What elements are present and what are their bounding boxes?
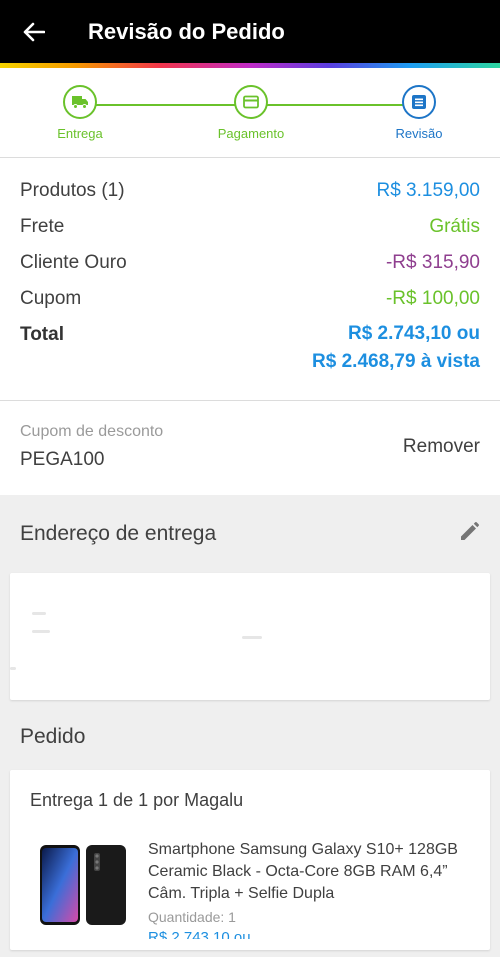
shipping-value: Grátis xyxy=(429,216,480,237)
step-label: Pagamento xyxy=(217,126,285,141)
coupon-label: Cupom xyxy=(20,288,82,309)
products-value: R$ 3.159,00 xyxy=(376,180,480,201)
address-title: Endereço de entrega xyxy=(20,522,217,545)
address-header: Endereço de entrega xyxy=(10,495,490,573)
gold-label: Cliente Ouro xyxy=(20,252,127,273)
step-label: Revisão xyxy=(395,126,443,141)
coupon-field-label: Cupom de desconto xyxy=(20,423,164,440)
step-label: Entrega xyxy=(57,126,103,141)
list-icon xyxy=(402,85,436,119)
delivery-info: Entrega 1 de 1 por Magalu xyxy=(30,790,244,810)
total-label: Total xyxy=(20,324,64,345)
order-header: Pedido xyxy=(10,700,490,770)
truck-icon xyxy=(63,85,97,119)
arrow-left-icon[interactable] xyxy=(20,18,48,46)
checkout-stepper: Entrega Pagamento Revisão xyxy=(0,68,500,158)
step-revisao[interactable]: Revisão xyxy=(364,85,474,141)
redacted-text xyxy=(10,667,16,670)
summary-row-coupon: Cupom -R$ 100,00 xyxy=(20,288,480,324)
order-summary: Produtos (1) R$ 3.159,00 Frete Grátis Cl… xyxy=(0,158,500,401)
remove-coupon-button[interactable]: Remover xyxy=(403,436,480,458)
order-title: Pedido xyxy=(20,725,86,748)
details-area: Endereço de entrega Pedido Entrega 1 de … xyxy=(0,495,500,957)
gold-value: -R$ 315,90 xyxy=(385,252,480,273)
product-price: R$ 2.743,10 ou xyxy=(148,929,251,939)
order-card: Entrega 1 de 1 por Magalu Smartphone Sam… xyxy=(10,770,490,950)
redacted-text xyxy=(242,636,262,639)
product-name: Smartphone Samsung Galaxy S10+ 128GB Cer… xyxy=(148,841,458,902)
summary-row-gold: Cliente Ouro -R$ 315,90 xyxy=(20,252,480,288)
products-label: Produtos (1) xyxy=(20,180,125,201)
coupon-section: Cupom de desconto PEGA100 Remover xyxy=(0,401,500,495)
top-bar: Revisão do Pedido xyxy=(0,0,500,63)
summary-row-total: Total R$ 2.743,10 ou R$ 2.468,79 à vista xyxy=(20,323,480,380)
app-screen: Revisão do Pedido Entrega Pagamento Revi… xyxy=(0,0,500,957)
product-image xyxy=(30,839,130,929)
card-icon xyxy=(234,85,268,119)
address-card[interactable] xyxy=(10,573,490,700)
redacted-text xyxy=(32,612,46,615)
total-value-group: R$ 2.743,10 ou R$ 2.468,79 à vista xyxy=(312,320,480,376)
product-quantity: Quantidade: 1 xyxy=(148,909,236,925)
pencil-icon[interactable] xyxy=(458,521,480,548)
shipping-label: Frete xyxy=(20,216,65,237)
product-details: Smartphone Samsung Galaxy S10+ 128GB Cer… xyxy=(148,839,470,939)
total-cash-value: R$ 2.468,79 à vista xyxy=(312,351,480,372)
summary-row-shipping: Frete Grátis xyxy=(20,216,480,252)
coupon-value: -R$ 100,00 xyxy=(385,288,480,309)
total-value: R$ 2.743,10 ou xyxy=(347,323,480,344)
step-pagamento[interactable]: Pagamento xyxy=(196,85,306,141)
coupon-code: PEGA100 xyxy=(20,449,105,470)
summary-row-products: Produtos (1) R$ 3.159,00 xyxy=(20,180,480,216)
coupon-info: Cupom de desconto PEGA100 xyxy=(20,423,163,471)
page-title: Revisão do Pedido xyxy=(88,18,285,44)
product-item[interactable]: Smartphone Samsung Galaxy S10+ 128GB Cer… xyxy=(30,839,470,939)
step-entrega[interactable]: Entrega xyxy=(25,85,135,141)
redacted-text xyxy=(32,630,50,633)
